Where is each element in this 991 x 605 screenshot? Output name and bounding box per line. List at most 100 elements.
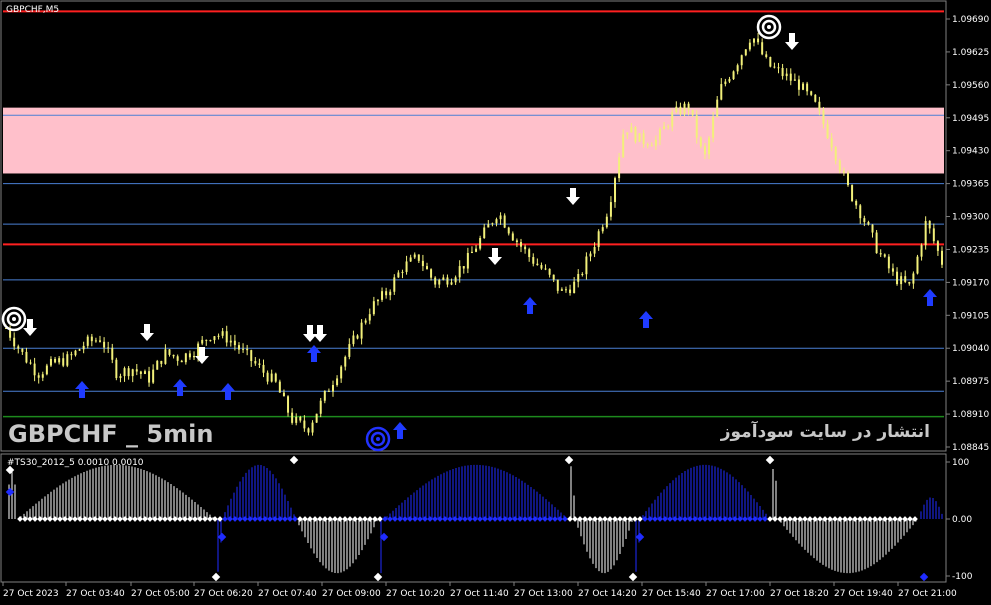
candle-body (274, 373, 277, 382)
candle-body (618, 157, 621, 179)
candle-body (810, 91, 813, 95)
candle-body (912, 273, 915, 284)
candle-body (270, 373, 273, 382)
candle-body (54, 358, 57, 363)
candle-body (548, 268, 551, 275)
candle-body (213, 336, 216, 341)
candle-body (90, 336, 93, 342)
candle-body (699, 137, 702, 147)
candle-body (287, 396, 290, 413)
candle-body (413, 254, 416, 258)
trading-chart[interactable]: 1.09690 1.09625 1.09560 1.09495 1.09430 1.093… (0, 0, 991, 605)
time-axis[interactable]: 27 Oct 2023 27 Oct 03:40 27 Oct 05:00 27 Oc… (2, 582, 957, 599)
candle-body (887, 256, 890, 269)
candle-body (143, 371, 146, 374)
candle-body (172, 354, 175, 357)
candle-body (552, 274, 555, 280)
candle-body (650, 145, 653, 147)
candle-body (70, 354, 73, 356)
candle-body (78, 349, 81, 351)
candle-body (564, 289, 567, 291)
candle-body (487, 224, 490, 228)
candle-body (466, 252, 469, 269)
candle-body (348, 344, 351, 357)
candle-body (499, 215, 502, 220)
price-label: 1.09235 (952, 245, 989, 255)
candle-body (875, 232, 878, 254)
candle-body (295, 416, 298, 423)
candle-body (135, 369, 138, 372)
candle-body (511, 233, 514, 241)
price-axis[interactable]: 1.09690 1.09625 1.09560 1.09495 1.09430 1.093… (946, 15, 989, 453)
candle-body (299, 416, 302, 421)
candle-body (826, 124, 829, 139)
candle-body (846, 172, 849, 186)
price-label: 1.09690 (952, 15, 989, 25)
candle-body (62, 358, 65, 366)
candle-body (409, 257, 412, 262)
candle-body (258, 363, 261, 365)
candle-body (131, 369, 134, 377)
candle-body (401, 271, 404, 273)
candle-body (233, 340, 236, 346)
candle-body (475, 248, 478, 252)
candle-body (123, 368, 126, 377)
indicator-axis: 100 0.00 -100 (946, 458, 973, 582)
candle-body (336, 378, 339, 386)
candle-body (752, 38, 755, 43)
candle-body (581, 274, 584, 276)
main-chart-panel[interactable] (0, 0, 947, 452)
candle-body (58, 358, 61, 363)
candle-body (37, 375, 40, 378)
candle-body (593, 247, 596, 254)
candle-body (205, 339, 208, 341)
candle-body (356, 335, 359, 339)
candle-body (773, 66, 776, 68)
candle-body (278, 381, 281, 393)
price-label: 1.09625 (952, 48, 989, 58)
candle-body (638, 133, 641, 142)
candle-body (671, 112, 674, 127)
candle-body (425, 266, 428, 270)
candle-body (49, 358, 52, 366)
candle-body (197, 343, 200, 356)
candle-body (221, 331, 224, 336)
candle-body (916, 256, 919, 274)
candle-body (814, 94, 817, 102)
candle-body (86, 336, 89, 346)
candle-body (507, 227, 510, 234)
candle-body (368, 314, 371, 321)
candle-body (254, 361, 257, 364)
candle-body (266, 372, 269, 382)
candle-body (262, 364, 265, 373)
candle-body (883, 254, 886, 257)
candle-body (859, 205, 862, 219)
candle-body (667, 126, 670, 128)
candle-body (446, 277, 449, 285)
candle-body (503, 215, 506, 228)
candle-body (879, 253, 882, 255)
candle-body (560, 289, 563, 291)
candle-body (139, 371, 142, 374)
candle-body (193, 355, 196, 358)
candle-body (479, 238, 482, 249)
time-label: 27 Oct 09:00 (322, 589, 381, 599)
candle-body (818, 101, 821, 111)
candle-body (242, 348, 245, 350)
candle-body (393, 277, 396, 292)
price-label: 1.09105 (952, 311, 989, 321)
candle-body (724, 81, 727, 85)
candle-body (936, 241, 939, 251)
candle-body (740, 55, 743, 66)
candle-body (781, 67, 784, 77)
candle-body (585, 256, 588, 275)
price-label: 1.09560 (952, 81, 989, 91)
candle-body (728, 79, 731, 82)
candle-body (303, 420, 306, 429)
candle-body (188, 353, 191, 358)
candle-body (421, 260, 424, 267)
candle-body (45, 365, 48, 375)
candle-body (614, 178, 617, 203)
candle-body (94, 340, 97, 342)
candle-body (483, 227, 486, 239)
